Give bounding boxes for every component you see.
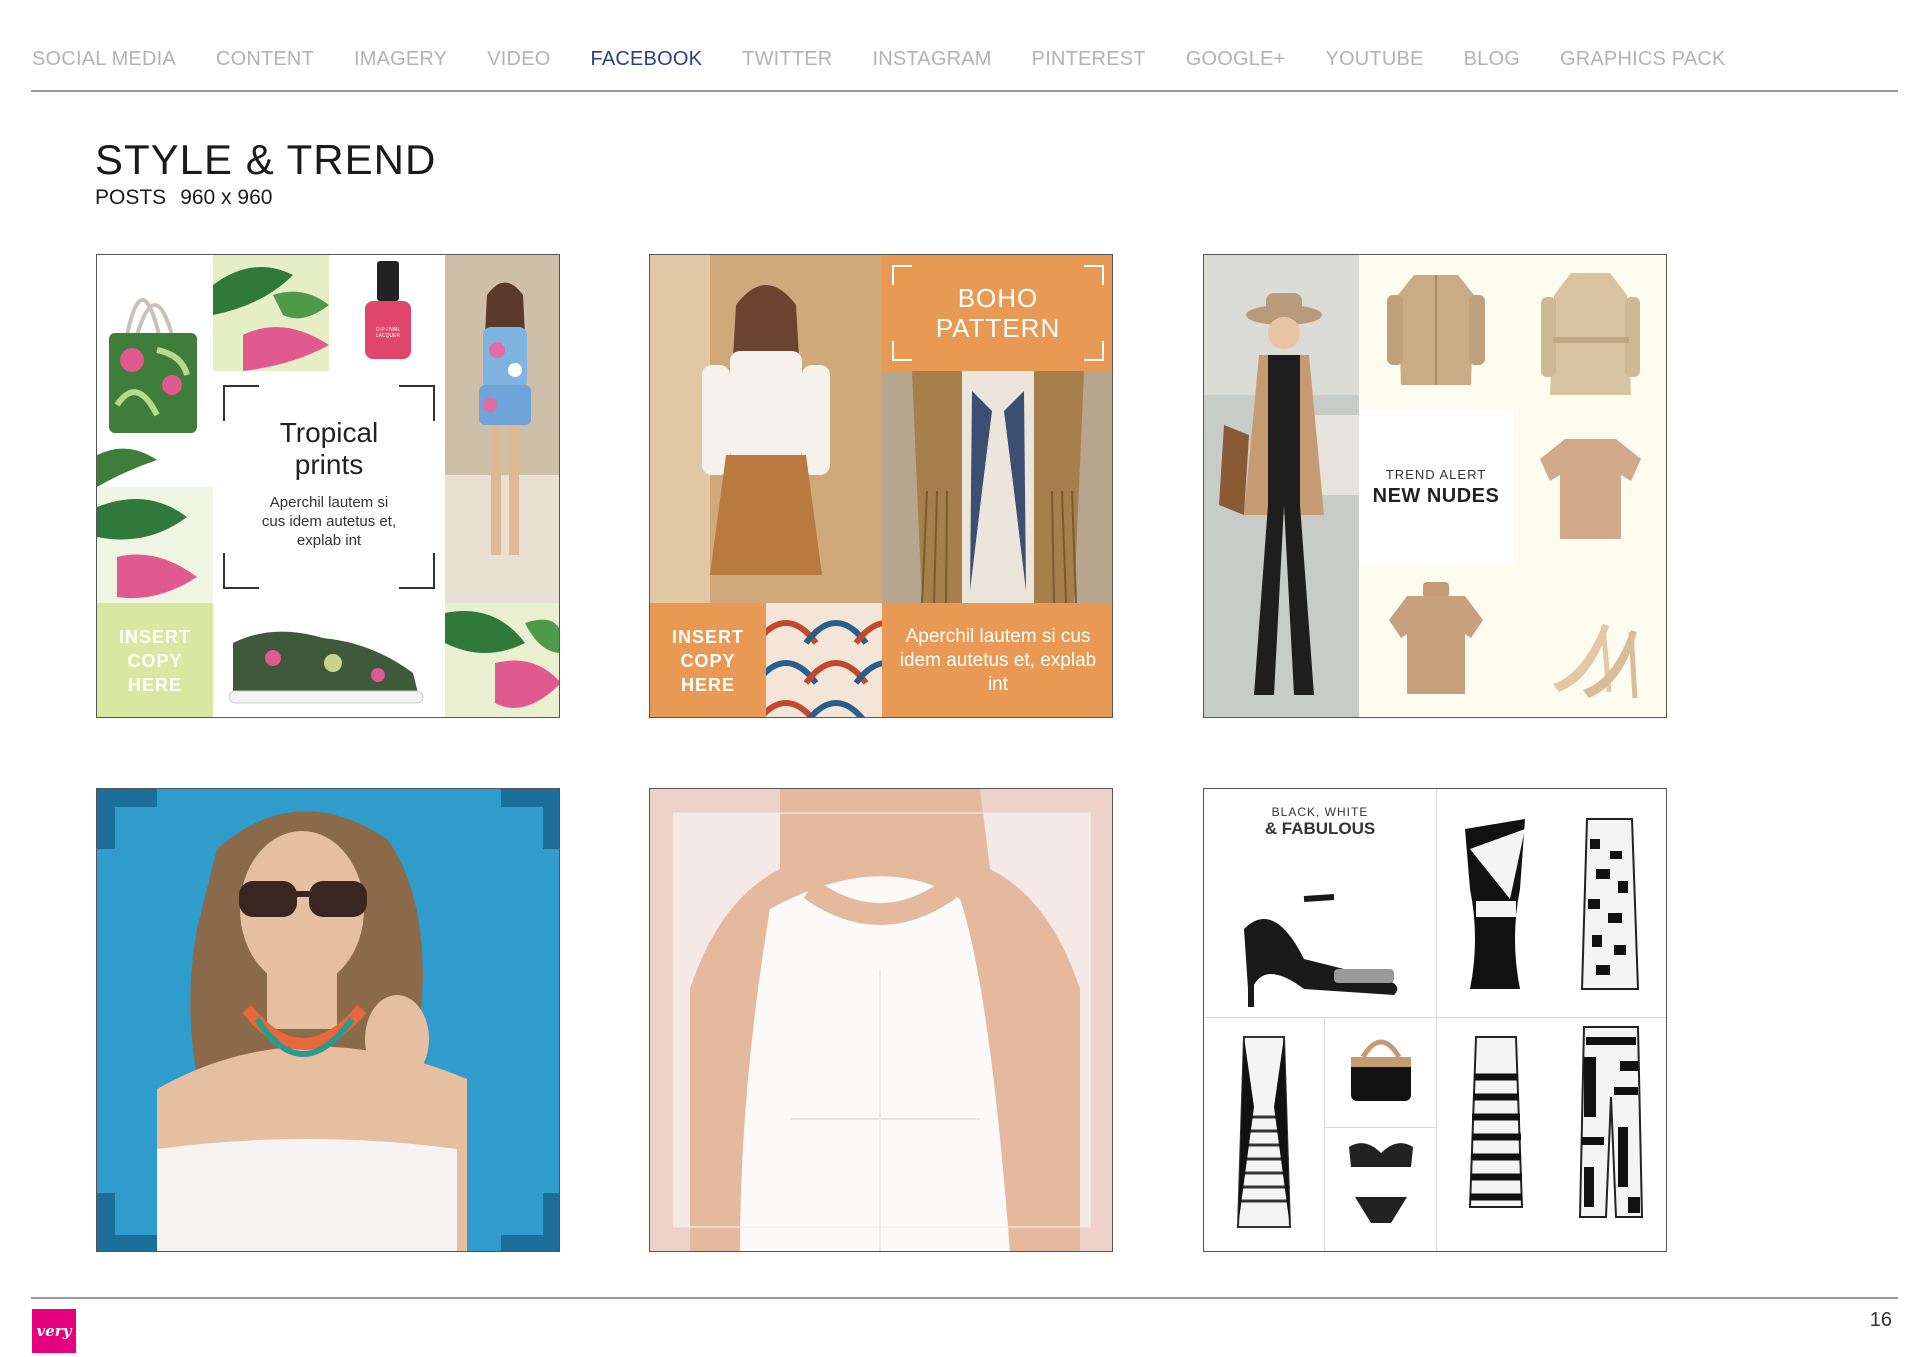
page-title: STYLE & TREND: [95, 136, 437, 183]
model-floral-dress-image: [445, 255, 559, 603]
nav-item-youtube[interactable]: YOUTUBE: [1325, 48, 1423, 71]
nav-item-blog[interactable]: BLOG: [1464, 48, 1520, 71]
black-bikini-image: [1349, 1143, 1413, 1223]
bw-kicker: BLACK, WHITE: [1271, 805, 1369, 819]
nude-tshirt-image: [1513, 409, 1666, 564]
page-number: 16: [1869, 1309, 1892, 1331]
nav-item-video[interactable]: VIDEO: [487, 48, 550, 71]
nav-item-pinterest[interactable]: PINTEREST: [1032, 48, 1146, 71]
post-tile-tropical-prints[interactable]: O·P·I NAIL LACQUER Tropical prints Aperc…: [96, 254, 560, 718]
boho-body-copy: Aperchil lautem si cus idem autetus et, …: [899, 626, 1097, 695]
insert-copy-line-1: INSERT: [118, 627, 191, 647]
nav-item-imagery[interactable]: IMAGERY: [354, 48, 447, 71]
nav-item-facebook[interactable]: FACEBOOK: [591, 48, 703, 71]
post-tile-white-top[interactable]: [649, 788, 1113, 1252]
post-tile-blue-wall-model[interactable]: [96, 788, 560, 1252]
tropical-body-copy: Aperchil lautem si cus idem autetus et, …: [261, 494, 397, 549]
graphic-trousers-image: [1578, 1026, 1644, 1218]
nudes-kicker: TREND ALERT: [1385, 467, 1487, 482]
nav-item-twitter[interactable]: TWITTER: [742, 48, 832, 71]
frame-corner-br: [1084, 341, 1104, 361]
footer-divider: [31, 1297, 1898, 1299]
post-tile-new-nudes[interactable]: TREND ALERT NEW NUDES: [1203, 254, 1667, 718]
page-subtitle: POSTS 960 x 960: [95, 186, 286, 210]
boho-fringe-vest-image: [882, 371, 1112, 603]
very-logo: very: [32, 1309, 76, 1353]
bw-headline: & FABULOUS: [1264, 819, 1376, 838]
boho-headline-line-2: PATTERN: [935, 313, 1061, 343]
frame-corner-bl: [892, 341, 912, 361]
insert-copy-line-2: COPY: [127, 651, 183, 671]
printed-dress-image: [1580, 818, 1640, 990]
nav-item-instagram[interactable]: INSTAGRAM: [872, 48, 991, 71]
tropical-headline-line-1: Tropical: [279, 417, 379, 448]
nav-divider: [31, 90, 1898, 92]
striped-dress-image: [1468, 1036, 1524, 1208]
nude-utility-jacket-image: [1359, 255, 1513, 409]
frame-corner-tr: [399, 385, 435, 421]
insert-copy-line-3: HERE: [127, 675, 182, 695]
nav-item-google-plus[interactable]: GOOGLE+: [1186, 48, 1286, 71]
nav-item-content[interactable]: CONTENT: [216, 48, 314, 71]
white-top-model-image: [650, 789, 1112, 1251]
nude-trench-coat-image: [1513, 255, 1666, 409]
boho-model-image: [650, 255, 882, 603]
insert-copy-line-1: INSERT: [671, 627, 744, 647]
subtitle-size: 960 x 960: [180, 186, 273, 209]
black-white-swimsuit-image: [1465, 819, 1525, 989]
tropical-headline-line-2: prints: [294, 449, 364, 480]
nudes-text-panel: TREND ALERT NEW NUDES: [1359, 409, 1513, 564]
black-heel-image: [1244, 894, 1398, 1007]
frame-corner-tl: [892, 265, 912, 285]
tropical-leaf-pattern-left: [97, 487, 213, 603]
nude-knit-top-image: [1359, 564, 1513, 717]
tropical-sneaker-image: [213, 603, 445, 717]
boho-body-copy-panel: Aperchil lautem si cus idem autetus et, …: [882, 603, 1112, 717]
nav-item-graphics-pack[interactable]: GRAPHICS PACK: [1560, 48, 1726, 71]
nudes-headline: NEW NUDES: [1372, 485, 1500, 507]
boho-insert-copy-panel: INSERT COPY HERE: [650, 603, 766, 717]
tote-bag-image: [97, 255, 213, 487]
frame-corner-br: [399, 553, 435, 589]
boho-pattern-swatch: [766, 603, 882, 717]
insert-copy-line-3: HERE: [680, 675, 735, 695]
post-tile-black-white-fabulous[interactable]: BLACK, WHITE & FABULOUS: [1203, 788, 1667, 1252]
nail-polish-label: O·P·I NAIL LACQUER: [375, 327, 401, 339]
insert-copy-line-2: COPY: [680, 651, 736, 671]
frame-corner-tr: [1084, 265, 1104, 285]
black-handbag-image: [1351, 1039, 1411, 1101]
striped-bodycon-dress-image: [1236, 1036, 1292, 1228]
subtitle-label: POSTS: [95, 186, 167, 209]
frame-corner-tl: [223, 385, 259, 421]
tropical-leaf-pattern-bottom: [445, 603, 559, 717]
top-navigation: SOCIAL MEDIA CONTENT IMAGERY VIDEO FACEB…: [32, 44, 1766, 74]
nudes-model-image: [1204, 255, 1359, 717]
nav-item-social-media[interactable]: SOCIAL MEDIA: [32, 48, 176, 71]
frame-corner-bl: [223, 553, 259, 589]
boho-headline-line-1: BOHO: [957, 283, 1039, 313]
nail-polish-image: O·P·I NAIL LACQUER: [329, 255, 445, 371]
tropical-text-panel: Tropical prints Aperchil lautem si cus i…: [213, 371, 445, 603]
tropical-leaf-pattern: [213, 255, 329, 371]
blue-wall-model-image: [97, 789, 559, 1251]
post-tile-boho-pattern[interactable]: BOHO PATTERN INSERT COPY HERE Aperchil l…: [649, 254, 1113, 718]
boho-headline-panel: BOHO PATTERN: [882, 255, 1112, 371]
insert-copy-panel: INSERT COPY HERE: [97, 603, 213, 717]
nude-sandals-image: [1513, 564, 1666, 717]
